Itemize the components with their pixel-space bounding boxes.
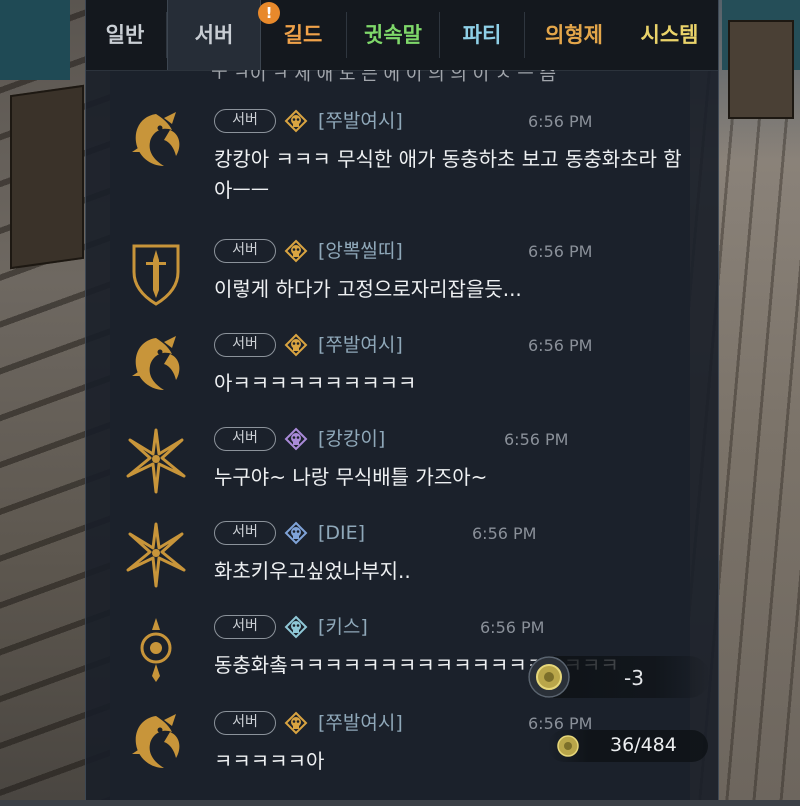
fragment-text: ㅜ ㅋ이 ㅋ 세 애 도 는 에 이 의 의 이 ㅅ ㅡ 슴 — [211, 70, 557, 85]
item-counter: 36/484 — [548, 730, 708, 762]
sword-shield-emblem-icon[interactable] — [124, 238, 188, 308]
orb-emblem-icon[interactable] — [124, 614, 188, 684]
gold-skull-icon — [285, 240, 307, 262]
dragon-emblem-icon[interactable] — [124, 108, 188, 178]
message-text: 화초키우고싶었나부지.. — [214, 559, 411, 583]
message-text: 누구야~ 나랑 무식배틀 가즈아~ — [214, 465, 488, 489]
username[interactable]: [쭈발여시] — [318, 108, 403, 134]
username[interactable]: [DIE] — [318, 520, 365, 546]
timestamp: 6:56 PM — [528, 112, 593, 131]
username[interactable]: [키스] — [318, 614, 368, 640]
blue-skull-icon — [285, 522, 307, 544]
damage-indicator: -3 — [528, 656, 710, 698]
channel-tag: 서버 — [214, 427, 276, 451]
wooden-rack — [728, 20, 794, 119]
chat-message: 서버 [캉캉이] 6:56 PM 누구야~ 나랑 무식배틀 가즈아~ — [86, 426, 718, 522]
channel-tag: 서버 — [214, 109, 276, 133]
timestamp: 6:56 PM — [480, 618, 545, 637]
channel-tag: 서버 — [214, 521, 276, 545]
teal-cloth-left — [0, 0, 70, 80]
message-text: 캉캉아 ㅋㅋㅋ 무식한 애가 동충하초 보고 동충화초라 함 아ㅡㅡ — [214, 147, 682, 202]
gold-skull-icon — [285, 712, 307, 734]
gold-skull-icon — [285, 110, 307, 132]
item-count-value: 36/484 — [610, 734, 677, 756]
message-text: 이렇게 하다가 고정으로자리잡을듯... — [214, 277, 522, 301]
chat-message: 서버 [DIE] 6:56 PM 화초키우고싶었나부지.. — [86, 520, 718, 616]
purple-skull-icon — [285, 428, 307, 450]
star-emblem-icon[interactable] — [124, 426, 188, 496]
coin-icon — [557, 735, 579, 757]
chat-message: 서버 [쭈발여시] 6:56 PM 아ㅋㅋㅋㅋㅋㅋㅋㅋㅋㅋ — [86, 332, 718, 428]
chat-message: 서버 [쭈발여시] 6:56 PM 캉캉아 ㅋㅋㅋ 무식한 애가 동충하초 보고… — [86, 108, 718, 208]
wooden-crate — [10, 84, 84, 270]
dragon-emblem-icon[interactable] — [124, 710, 188, 780]
tab-party[interactable]: 파티 — [440, 0, 524, 70]
chat-message: 서버 [앙뽁씰띠] 6:56 PM 이렇게 하다가 고정으로자리잡을듯... — [86, 238, 718, 334]
tab-general[interactable]: 일반 — [86, 0, 164, 70]
timestamp: 6:56 PM — [504, 430, 569, 449]
previous-message-fragment: ㅜ ㅋ이 ㅋ 세 애 도 는 에 이 의 의 이 ㅅ ㅡ 슴 — [86, 70, 718, 90]
channel-tag: 서버 — [214, 615, 276, 639]
channel-tag: 서버 — [214, 333, 276, 357]
tab-brotherhood[interactable]: 의형제 — [525, 0, 623, 70]
dragon-emblem-icon[interactable] — [124, 332, 188, 402]
guild-alert-icon: ! — [258, 2, 280, 24]
tab-server[interactable]: 서버 — [167, 0, 261, 70]
timestamp: 6:56 PM — [528, 336, 593, 355]
teal-skull-icon — [285, 616, 307, 638]
channel-tag: 서버 — [214, 239, 276, 263]
damage-value: -3 — [624, 666, 644, 690]
username[interactable]: [쭈발여시] — [318, 332, 403, 358]
timestamp: 6:56 PM — [472, 524, 537, 543]
chat-tab-bar: 일반 서버 길드 ! 귓속말 파티 의형제 시스템 — [86, 0, 718, 71]
username[interactable]: [캉캉이] — [318, 426, 385, 452]
timestamp: 6:56 PM — [528, 242, 593, 261]
username[interactable]: [쭈발여시] — [318, 710, 403, 736]
tab-system[interactable]: 시스템 — [621, 0, 718, 70]
gold-skull-icon — [285, 334, 307, 356]
channel-tag: 서버 — [214, 711, 276, 735]
username[interactable]: [앙뽁씰띠] — [318, 238, 403, 264]
gold-coin-icon — [528, 656, 570, 698]
message-text: 아ㅋㅋㅋㅋㅋㅋㅋㅋㅋㅋ — [214, 371, 417, 395]
tab-whisper[interactable]: 귓속말 — [347, 0, 439, 70]
star-emblem-icon[interactable] — [124, 520, 188, 590]
